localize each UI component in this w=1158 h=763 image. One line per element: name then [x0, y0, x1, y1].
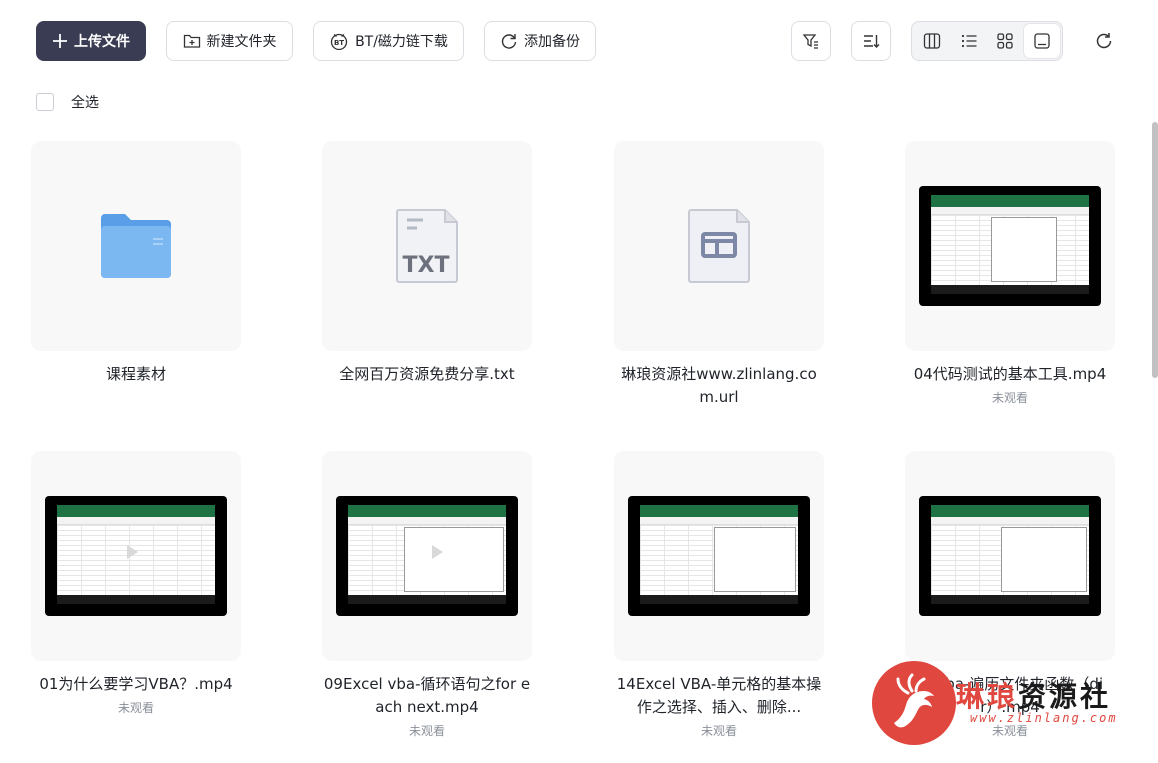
view-mode-switcher: [911, 21, 1063, 61]
upload-label: 上传文件: [74, 34, 130, 50]
file-name[interactable]: 课程素材: [31, 363, 241, 386]
refresh-icon: [1096, 33, 1112, 49]
file-thumbnail[interactable]: [614, 141, 824, 351]
file-name[interactable]: 全网百万资源免费分享.txt: [322, 363, 532, 386]
folder-plus-icon: [183, 34, 200, 48]
watermark-text: 琳琅资源社: [956, 675, 1111, 715]
file-name[interactable]: 04代码测试的基本工具.mp4: [905, 363, 1115, 386]
file-card[interactable]: 04代码测试的基本工具.mp4 未观看: [905, 141, 1115, 406]
file-card[interactable]: 01为什么要学习VBA？.mp4 未观看: [31, 451, 241, 716]
toolbar: 上传文件 新建文件夹 BT BT/磁力链下载 添加备份: [36, 21, 1122, 61]
refresh-button[interactable]: [1089, 21, 1119, 61]
watch-status: 未观看: [408, 724, 445, 738]
filter-icon: [802, 34, 818, 49]
file-thumbnail[interactable]: [905, 141, 1115, 351]
columns-view-button[interactable]: [914, 24, 951, 58]
txt-file-icon: TXT: [396, 209, 458, 283]
watch-status: 未观看: [700, 724, 737, 738]
list-view-button[interactable]: [951, 24, 988, 58]
file-card[interactable]: 09Excel vba-循环语句之for each next.mp4 未观看: [322, 451, 532, 739]
file-name[interactable]: 01为什么要学习VBA？.mp4: [31, 673, 241, 696]
add-backup-label: 添加备份: [524, 34, 580, 50]
bt-icon: BT: [330, 33, 348, 50]
file-thumbnail[interactable]: TXT: [322, 141, 532, 351]
txt-badge: TXT: [403, 253, 450, 278]
file-card[interactable]: 琳琅资源社www.zlinlang.com.url: [614, 141, 824, 409]
add-backup-button[interactable]: 添加备份: [484, 21, 596, 61]
file-name[interactable]: 14Excel VBA-单元格的基本操作之选择、插入、删除...: [614, 673, 824, 719]
select-all-checkbox[interactable]: [36, 93, 54, 111]
watermark-url: www.zlinlang.com: [970, 711, 1118, 725]
deer-logo-icon: [872, 661, 956, 745]
filter-button[interactable]: [791, 21, 831, 61]
plus-icon: [53, 34, 67, 48]
select-all-label[interactable]: 全选: [71, 92, 99, 112]
select-all-row: 全选: [36, 92, 99, 112]
video-thumbnail: [628, 496, 810, 616]
video-thumbnail: [336, 496, 518, 616]
grid-icon: [997, 33, 1013, 49]
video-thumbnail: [45, 496, 227, 616]
file-thumbnail[interactable]: [614, 451, 824, 661]
upload-button[interactable]: 上传文件: [36, 21, 146, 61]
svg-text:BT: BT: [334, 39, 344, 47]
sort-icon: [864, 35, 880, 48]
vertical-scrollbar[interactable]: [1152, 122, 1158, 378]
video-thumbnail: [919, 496, 1101, 616]
columns-icon: [924, 33, 941, 49]
folder-icon: [101, 214, 171, 278]
file-card[interactable]: TXT 全网百万资源免费分享.txt: [322, 141, 532, 386]
watermark-text-dark: 资源社: [1018, 680, 1112, 713]
bt-download-label: BT/磁力链下载: [355, 34, 448, 50]
file-name[interactable]: 09Excel vba-循环语句之for each next.mp4: [322, 673, 532, 719]
new-folder-label: 新建文件夹: [206, 34, 277, 50]
watch-status: 未观看: [117, 701, 154, 715]
new-folder-button[interactable]: 新建文件夹: [166, 21, 293, 61]
watermark: 琳琅资源社 www.zlinlang.com: [870, 659, 1140, 749]
grid-view-button[interactable]: [987, 24, 1024, 58]
list-icon: [961, 34, 977, 48]
bt-download-button[interactable]: BT BT/磁力链下载: [313, 21, 464, 61]
sort-button[interactable]: [851, 21, 891, 61]
watch-status: 未观看: [991, 391, 1028, 405]
file-thumbnail[interactable]: [31, 451, 241, 661]
watermark-text-red: 琳琅: [956, 680, 1019, 713]
large-thumbnail-icon: [1034, 33, 1050, 49]
video-thumbnail: [919, 186, 1101, 306]
file-card[interactable]: 课程素材: [31, 141, 241, 386]
large-thumb-view-button[interactable]: [1023, 24, 1060, 58]
file-thumbnail[interactable]: [322, 451, 532, 661]
file-thumbnail[interactable]: [31, 141, 241, 351]
file-thumbnail[interactable]: [905, 451, 1115, 661]
url-file-icon: [688, 209, 750, 283]
file-card[interactable]: 14Excel VBA-单元格的基本操作之选择、插入、删除... 未观看: [614, 451, 824, 739]
file-name[interactable]: 琳琅资源社www.zlinlang.com.url: [614, 363, 824, 409]
backup-sync-icon: [501, 34, 517, 49]
